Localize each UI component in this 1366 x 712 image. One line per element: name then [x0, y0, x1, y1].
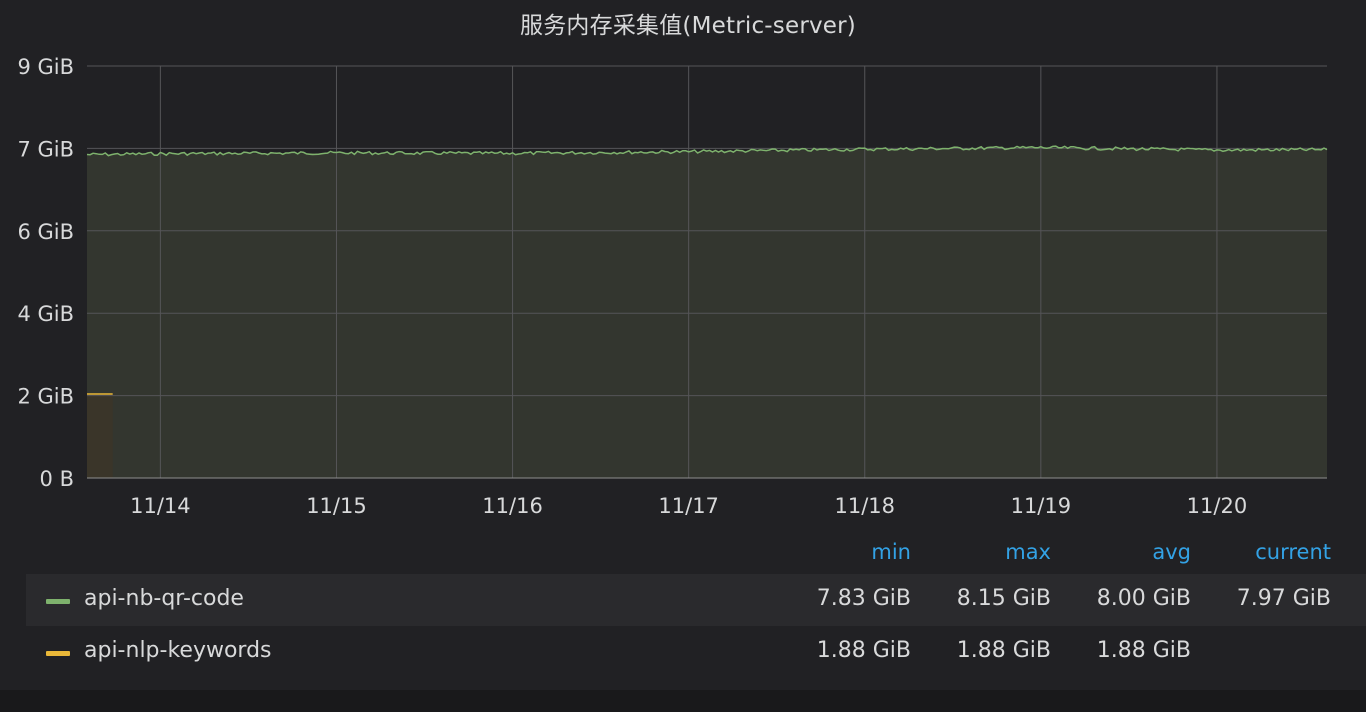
- series-avg: 1.88 GiB: [1096, 638, 1191, 663]
- series-max: 1.88 GiB: [956, 638, 1051, 663]
- legend-header-current[interactable]: current: [1255, 540, 1331, 564]
- x-tick-label: 11/16: [482, 494, 543, 518]
- legend-row-api-nlp-keywords[interactable]: api-nlp-keywords 1.88 GiB 1.88 GiB 1.88 …: [26, 626, 1366, 678]
- series-min: 1.88 GiB: [816, 638, 911, 663]
- panel-footer: [0, 690, 1366, 712]
- series-min: 7.83 GiB: [816, 586, 911, 611]
- legend-header-avg[interactable]: avg: [1152, 540, 1191, 564]
- x-tick-label: 11/19: [1011, 494, 1072, 518]
- series-name[interactable]: api-nb-qr-code: [84, 586, 244, 611]
- graph-panel: 服务内存采集值(Metric-server) 0 B2 GiB 4 GiB 6 Gi…: [0, 0, 1366, 712]
- x-tick-label: 11/14: [130, 494, 191, 518]
- x-tick-label: 11/15: [306, 494, 367, 518]
- legend-row-api-nb-qr-code[interactable]: api-nb-qr-code 7.83 GiB 8.15 GiB 8.00 Gi…: [26, 574, 1366, 626]
- y-tick-label: 2 GiB: [17, 385, 74, 409]
- series-avg: 8.00 GiB: [1096, 586, 1191, 611]
- legend: min max avg current api-nb-qr-code 7.83 …: [26, 534, 1366, 678]
- x-tick-label: 11/17: [658, 494, 719, 518]
- y-tick-label: 0 B: [40, 467, 74, 491]
- series-color-swatch[interactable]: [46, 599, 70, 604]
- x-tick-label: 11/20: [1187, 494, 1248, 518]
- memory-chart[interactable]: 0 B 2 GiB 4 GiB 6 GiB 7 GiB 9 GiB 11/14 11/15 11…: [0, 0, 1366, 530]
- series-max: 8.15 GiB: [956, 586, 1051, 611]
- y-tick-label: 9 GiB: [17, 55, 74, 79]
- y-tick-label: 6 GiB: [17, 220, 74, 244]
- legend-header-min[interactable]: min: [871, 540, 911, 564]
- legend-header-max[interactable]: max: [1005, 540, 1051, 564]
- series-current: 7.97 GiB: [1236, 586, 1331, 611]
- x-tick-label: 11/18: [834, 494, 895, 518]
- y-tick-label: 7 GiB: [17, 137, 74, 161]
- legend-header: min max avg current: [26, 534, 1366, 574]
- series-color-swatch[interactable]: [46, 651, 70, 656]
- series-area-api-nlp-keywords: [87, 393, 113, 478]
- y-tick-label: 4 GiB: [17, 302, 74, 326]
- series-name[interactable]: api-nlp-keywords: [84, 638, 272, 663]
